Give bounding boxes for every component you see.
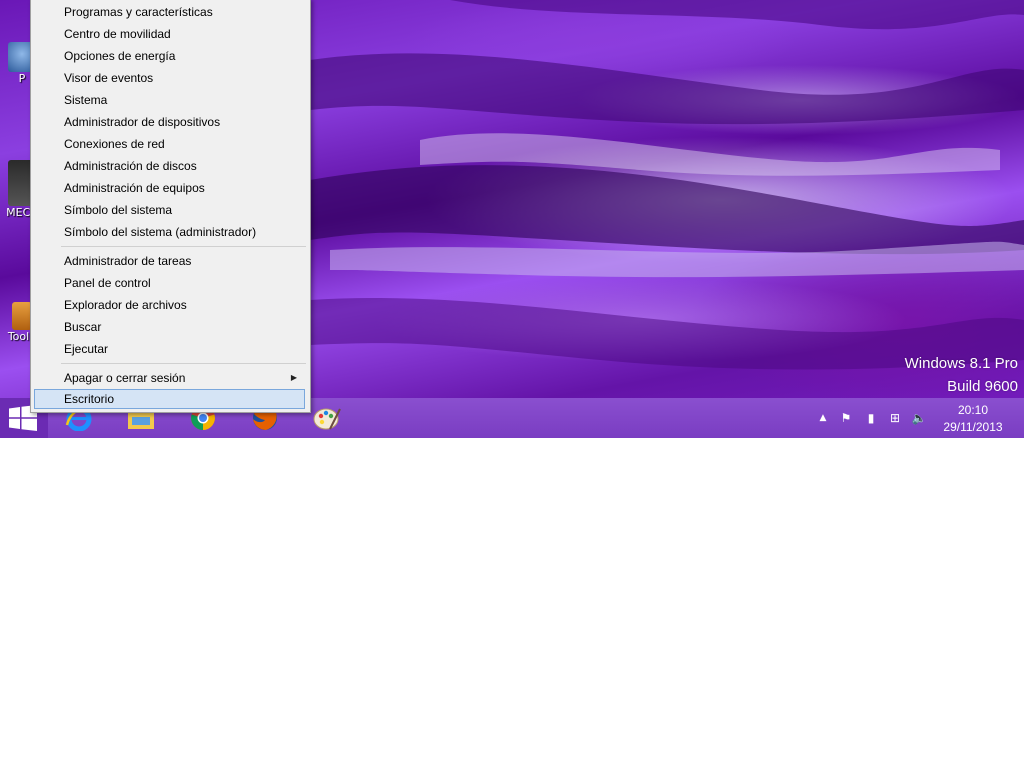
- menu-item-event-viewer[interactable]: Visor de eventos: [34, 68, 305, 88]
- menu-item-network-connections[interactable]: Conexiones de red: [34, 134, 305, 154]
- menu-item-command-prompt-admin[interactable]: Símbolo del sistema (administrador): [34, 222, 305, 242]
- menu-item-disk-management[interactable]: Administración de discos: [34, 156, 305, 176]
- menu-item-computer-management[interactable]: Administración de equipos: [34, 178, 305, 198]
- power-icon[interactable]: ▮: [863, 410, 879, 426]
- toolbox-icon: [12, 302, 32, 330]
- menu-item-task-manager[interactable]: Administrador de tareas: [34, 251, 305, 271]
- menu-item-search[interactable]: Buscar: [34, 317, 305, 337]
- menu-item-run[interactable]: Ejecutar: [34, 339, 305, 359]
- menu-item-label: Apagar o cerrar sesión: [64, 371, 186, 385]
- submenu-arrow-icon: ▶: [290, 373, 297, 382]
- volume-icon[interactable]: 🔈: [911, 410, 927, 426]
- windows-build-watermark: Build 9600: [947, 378, 1018, 395]
- taskbar-clock[interactable]: 20:10 29/11/2013: [938, 402, 1008, 436]
- clock-time: 20:10: [957, 403, 989, 417]
- menu-item-system[interactable]: Sistema: [34, 90, 305, 110]
- watermark-build: Build 9600: [947, 378, 1018, 395]
- clock-date: 29/11/2013: [943, 420, 1003, 434]
- menu-item-file-explorer[interactable]: Explorador de archivos: [34, 295, 305, 315]
- network-icon[interactable]: ⊞: [887, 410, 903, 426]
- menu-item-programs-features[interactable]: Programas y características: [34, 2, 305, 22]
- menu-item-shutdown-signout[interactable]: Apagar o cerrar sesión ▶: [34, 368, 305, 388]
- menu-item-power-options[interactable]: Opciones de energía: [34, 46, 305, 66]
- menu-separator: [61, 246, 306, 247]
- windows-version-watermark: Windows 8.1 Pro: [905, 355, 1018, 372]
- menu-item-command-prompt[interactable]: Símbolo del sistema: [34, 200, 305, 220]
- show-hidden-icons-icon[interactable]: ▲: [815, 410, 831, 426]
- power-user-menu: Programas y características Centro de mo…: [30, 0, 311, 413]
- menu-separator: [61, 363, 306, 364]
- menu-item-mobility-center[interactable]: Centro de movilidad: [34, 24, 305, 44]
- menu-item-control-panel[interactable]: Panel de control: [34, 273, 305, 293]
- desktop-screen: P MECA Toolb Windows 8.1 Pro Build 9600: [0, 0, 1024, 438]
- menu-item-desktop[interactable]: Escritorio: [34, 389, 305, 409]
- watermark-edition: Windows 8.1 Pro: [904, 355, 1018, 372]
- menu-item-device-manager[interactable]: Administrador de dispositivos: [34, 112, 305, 132]
- action-center-flag-icon[interactable]: ⚑: [838, 410, 854, 426]
